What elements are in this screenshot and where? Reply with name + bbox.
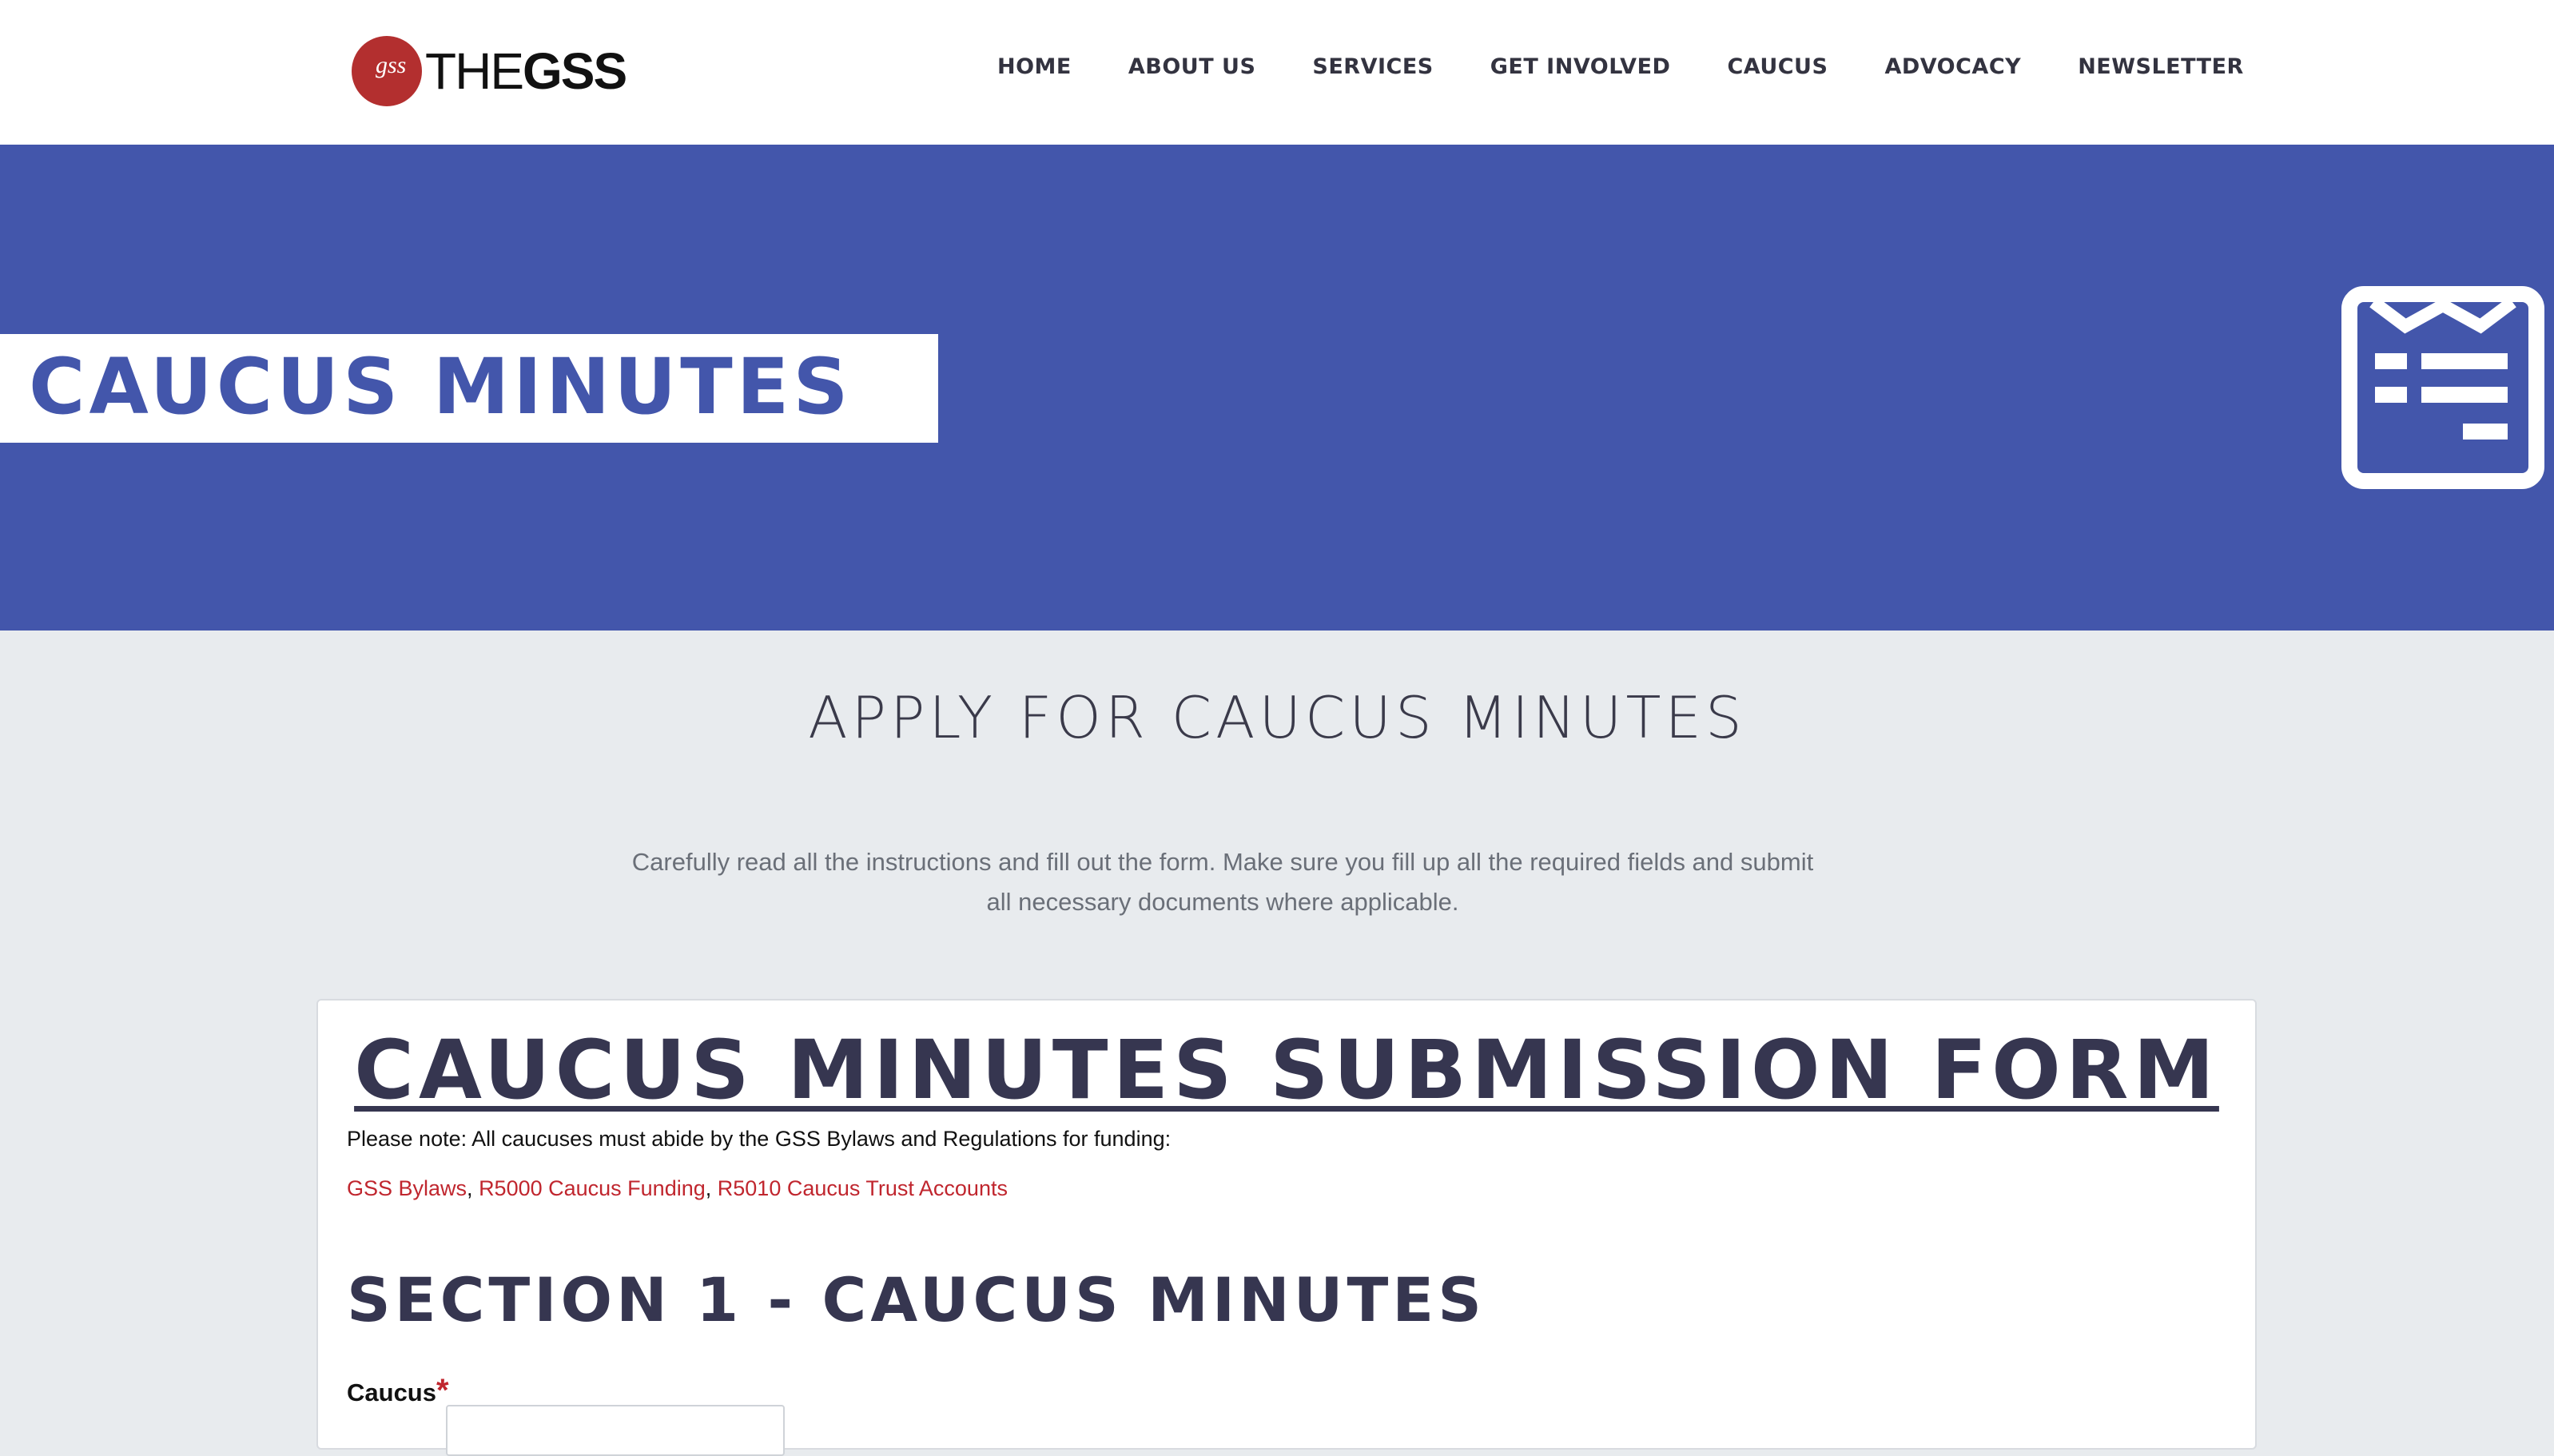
link-r5010-caucus-trust-accounts[interactable]: R5010 Caucus Trust Accounts (718, 1176, 1008, 1200)
main-nav: HOME ABOUT US SERVICES GET INVOLVED CAUC… (997, 54, 2244, 79)
intro-text: Carefully read all the instructions and … (631, 842, 1814, 922)
required-asterisk: * (436, 1373, 449, 1408)
section-title: SECTION 1 - CAUCUS MINUTES (347, 1264, 1486, 1335)
hero-banner: CAUCUS MINUTES (0, 145, 2554, 631)
intro-text-line2: all necessary documents where applicable… (986, 888, 1459, 916)
submission-form-card: CAUCUS MINUTES SUBMISSION FORM Please no… (316, 999, 2257, 1456)
bylaws-note: Please note: All caucuses must abide by … (347, 1127, 1172, 1151)
site-header: gss THEGSS HOME ABOUT US SERVICES GET IN… (0, 0, 2554, 145)
nav-home[interactable]: HOME (997, 54, 1072, 79)
link-r5000-caucus-funding[interactable]: R5000 Caucus Funding (479, 1176, 706, 1200)
nav-about-us[interactable]: ABOUT US (1128, 54, 1256, 79)
bylaws-links: GSS Bylaws, R5000 Caucus Funding, R5010 … (347, 1176, 1008, 1201)
logo-emblem: gss (352, 36, 422, 106)
caucus-field-label: Caucus* (347, 1373, 449, 1409)
caucus-label-text: Caucus (347, 1378, 436, 1406)
nav-get-involved[interactable]: GET INVOLVED (1490, 54, 1671, 79)
hero-title-box: CAUCUS MINUTES (0, 334, 938, 443)
intro-title: APPLY FOR CAUCUS MINUTES (808, 684, 1746, 751)
form-title: CAUCUS MINUTES SUBMISSION FORM (354, 1023, 2219, 1118)
caucus-select[interactable] (446, 1405, 785, 1456)
nav-services[interactable]: SERVICES (1312, 54, 1433, 79)
logo-text-thin: THE (425, 42, 524, 100)
link-gss-bylaws[interactable]: GSS Bylaws (347, 1176, 467, 1200)
link-separator: , (467, 1176, 479, 1200)
intro-text-line1: Carefully read all the instructions and … (631, 848, 1814, 876)
link-separator: , (705, 1176, 718, 1200)
nav-advocacy[interactable]: ADVOCACY (1884, 54, 2021, 79)
logo-wordmark: THEGSS (425, 42, 627, 101)
gss-logo[interactable]: gss THEGSS (352, 35, 627, 107)
nav-newsletter[interactable]: NEWSLETTER (2078, 54, 2244, 79)
form-document-icon (2341, 286, 2544, 489)
logo-text-bold: GSS (523, 42, 627, 100)
hero-title: CAUCUS MINUTES (29, 342, 853, 432)
logo-initials: gss (376, 52, 407, 78)
nav-caucus[interactable]: CAUCUS (1727, 54, 1828, 79)
